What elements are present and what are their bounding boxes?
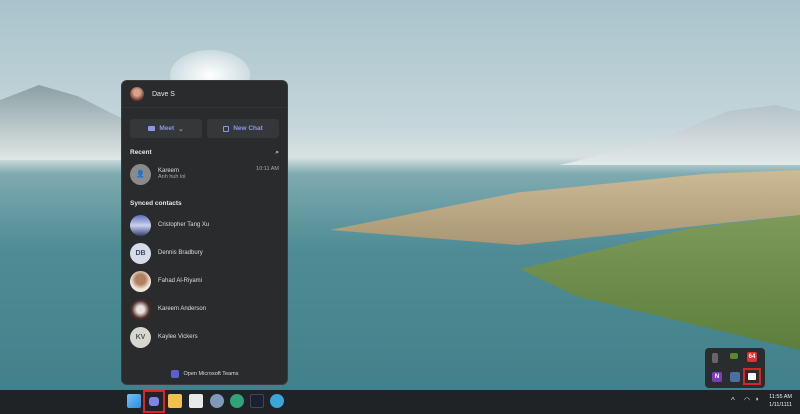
open-teams-link[interactable]: Open Microsoft Teams (122, 364, 287, 384)
contact-name: Kareem Anderson (158, 306, 207, 312)
taskbar: ^ ◠ ◗ (0, 390, 800, 414)
office-icon (748, 373, 756, 380)
meet-label: Meet (159, 125, 175, 132)
new-chat-label: New Chat (233, 125, 263, 132)
contact-name: Kaylee Vickers (158, 334, 198, 340)
contact-item[interactable]: Fahad Al-Riyami (122, 267, 287, 295)
wallpaper-hill (0, 85, 130, 160)
search-icon[interactable]: ⌕ (275, 149, 279, 157)
recent-chat-item[interactable]: 👤 Kareem Anh huh lol 10:11 AM (122, 157, 287, 191)
avatar (130, 270, 151, 292)
chat-preview: Anh huh lol (158, 174, 186, 180)
teams-chat-flyout: Dave S Meet ⌄ New Chat Recent ⌕ 👤 Kareem… (121, 80, 288, 385)
wallpaper-mountain (560, 105, 800, 165)
new-chat-button[interactable]: New Chat (207, 119, 279, 138)
contact-item[interactable]: DB Dennis Bradbury (122, 239, 287, 267)
default-avatar-icon: 👤 (130, 163, 151, 185)
teams-chat-taskbar-button[interactable] (143, 390, 165, 413)
chevron-up-icon[interactable]: ^ (731, 396, 735, 405)
chevron-down-icon: ⌄ (178, 125, 184, 133)
avatar: KV (130, 326, 151, 348)
teams-chat-icon (149, 397, 159, 406)
user-name: Dave S (152, 90, 175, 98)
file-explorer-icon[interactable] (168, 394, 182, 408)
clock-date: 1/11/1111 (769, 402, 792, 408)
highlighted-tray-icon[interactable] (743, 368, 761, 385)
avatar (130, 298, 151, 320)
settings-icon[interactable] (210, 394, 224, 408)
badge-64-icon[interactable]: 64 (747, 352, 757, 362)
network-share-icon[interactable] (730, 372, 740, 382)
avatar: DB (130, 242, 151, 264)
meet-button[interactable]: Meet ⌄ (130, 119, 202, 138)
profile-header[interactable]: Dave S (122, 81, 287, 108)
avatar (130, 214, 151, 236)
contact-name: Cristopher Tang Xu (158, 222, 210, 228)
avatar (130, 87, 144, 101)
tray-overflow-flyout: 64 N (705, 348, 765, 388)
volume-icon[interactable]: ◗ (755, 396, 759, 403)
contact-name: Dennis Bradbury (158, 250, 203, 256)
contact-item[interactable]: Kareem Anderson (122, 295, 287, 323)
clock[interactable]: 11:55 AM 1/11/1111 (769, 393, 792, 409)
edge-icon[interactable] (270, 394, 284, 408)
recent-heading: Recent (130, 149, 152, 156)
windows-start-icon[interactable] (127, 394, 141, 408)
nvidia-icon[interactable] (730, 353, 738, 359)
contact-item[interactable]: Cristopher Tang Xu (122, 211, 287, 239)
teams-icon (170, 370, 179, 378)
chat-time: 10:11 AM (256, 166, 279, 172)
open-teams-label: Open Microsoft Teams (183, 371, 239, 377)
terminal-icon[interactable] (250, 394, 264, 408)
video-icon (148, 126, 156, 131)
onenote-icon[interactable]: N (712, 372, 722, 382)
contact-item[interactable]: KV Kaylee Vickers (122, 323, 287, 351)
edge-beta-icon[interactable] (230, 394, 244, 408)
clock-time: 11:55 AM (769, 394, 792, 400)
contact-name: Fahad Al-Riyami (158, 278, 203, 284)
compose-icon (223, 125, 230, 132)
microsoft-store-icon[interactable] (189, 394, 203, 408)
wifi-icon[interactable]: ◠ (744, 396, 750, 404)
usb-icon[interactable] (712, 353, 718, 363)
synced-contacts-heading: Synced contacts (130, 200, 182, 207)
